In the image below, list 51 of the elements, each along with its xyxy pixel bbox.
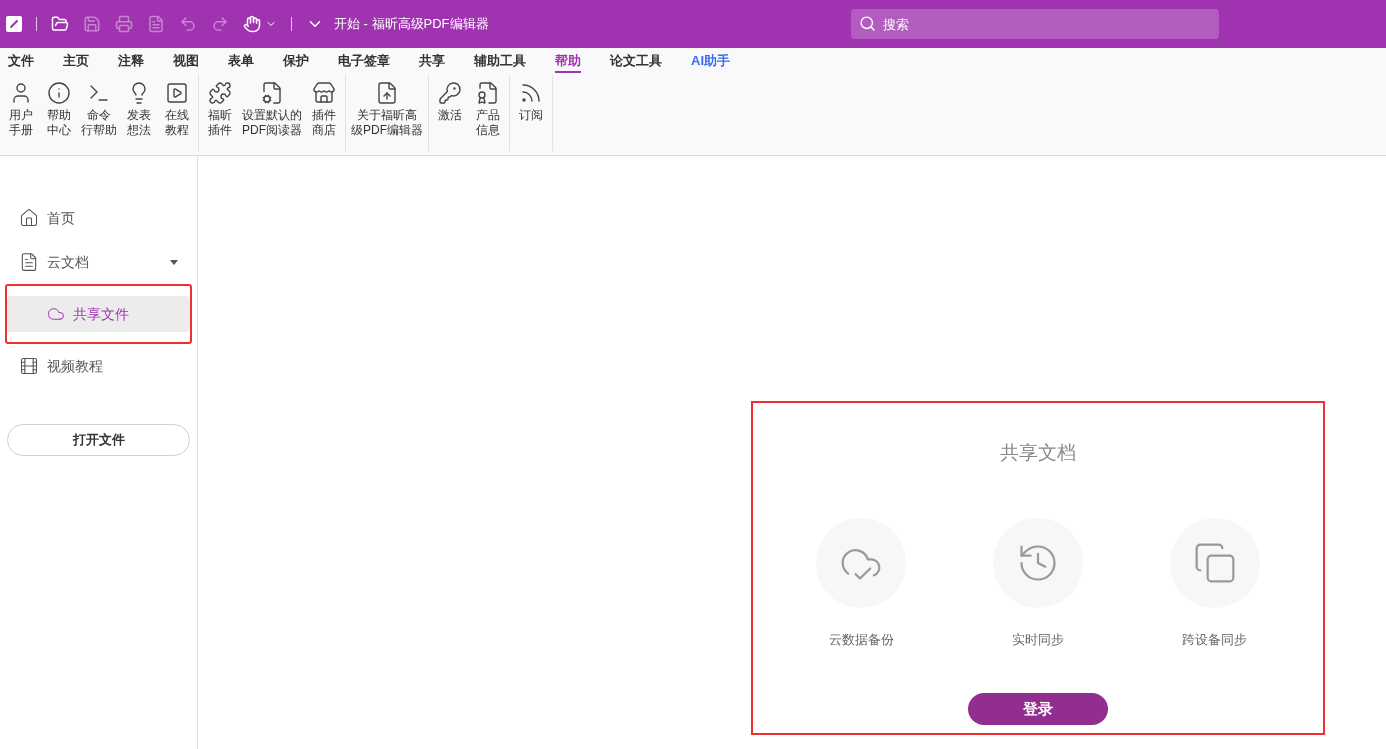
ribbon-button[interactable]: 关于福昕高 级PDF编辑器 bbox=[348, 81, 426, 138]
ribbon-button[interactable]: 用户 手册 bbox=[2, 81, 40, 138]
menu-tab[interactable]: 帮助 bbox=[555, 50, 581, 73]
ribbon-button[interactable]: 在线 教程 bbox=[158, 81, 196, 138]
menu-tab[interactable]: 电子签章 bbox=[338, 50, 390, 73]
document-gear-icon bbox=[260, 81, 284, 105]
document-upload-icon bbox=[375, 81, 399, 105]
puzzle-icon bbox=[208, 81, 232, 105]
window-title: 开始 - 福昕高级PDF编辑器 bbox=[334, 15, 489, 34]
hand-icon[interactable] bbox=[243, 15, 261, 33]
open-folder-icon[interactable] bbox=[51, 15, 69, 33]
ribbon-button[interactable]: 订阅 bbox=[512, 81, 550, 123]
cloud-icon bbox=[47, 305, 65, 323]
rss-icon bbox=[519, 81, 543, 105]
ribbon-button[interactable]: 激活 bbox=[431, 81, 469, 123]
feature-label: 云数据备份 bbox=[828, 630, 894, 649]
login-button[interactable]: 登录 bbox=[968, 693, 1108, 725]
menu-tab[interactable]: 共享 bbox=[419, 50, 445, 73]
play-icon bbox=[165, 81, 189, 105]
menu-tab[interactable]: AI助手 bbox=[691, 50, 730, 73]
menu-tab[interactable]: 注释 bbox=[118, 50, 144, 73]
home-icon bbox=[19, 208, 39, 228]
menu-tab[interactable]: 保护 bbox=[283, 50, 309, 73]
sidebar-item[interactable]: 首页 bbox=[7, 196, 190, 240]
sidebar-item[interactable]: 共享文件 bbox=[7, 296, 190, 332]
sidebar-item[interactable]: 视频教程 bbox=[7, 344, 190, 388]
menu-tab[interactable]: 论文工具 bbox=[610, 50, 662, 73]
key-icon bbox=[438, 81, 462, 105]
document-icon bbox=[19, 252, 39, 272]
panel-title: 共享文档 bbox=[1000, 441, 1076, 465]
ribbon-button[interactable]: 福昕 插件 bbox=[201, 81, 239, 138]
menu-tab[interactable]: 辅助工具 bbox=[474, 50, 526, 73]
store-icon bbox=[312, 81, 336, 105]
menu-tab[interactable]: 表单 bbox=[228, 50, 254, 73]
app-logo-icon bbox=[6, 16, 22, 32]
feature-label: 跨设备同步 bbox=[1182, 630, 1248, 649]
search-icon bbox=[858, 15, 876, 32]
menu-tab[interactable]: 主页 bbox=[63, 50, 89, 73]
ribbon-button[interactable]: 设置默认的 PDF阅读器 bbox=[239, 81, 305, 138]
ribbon-button[interactable]: 产品 信息 bbox=[469, 81, 507, 138]
document-icon bbox=[476, 81, 500, 105]
sidebar-item[interactable]: 云文档 bbox=[7, 240, 190, 284]
ribbon-button[interactable]: 插件 商店 bbox=[305, 81, 343, 138]
menu-tab[interactable]: 文件 bbox=[8, 50, 34, 73]
ribbon-button[interactable]: 帮助 中心 bbox=[40, 81, 78, 138]
ribbon-button[interactable]: 发表 想法 bbox=[120, 81, 158, 138]
menu-tab[interactable]: 视图 bbox=[173, 50, 199, 73]
feature-label: 实时同步 bbox=[1012, 630, 1064, 649]
ribbon-button[interactable]: 命令 行帮助 bbox=[78, 81, 120, 138]
info-icon bbox=[47, 81, 71, 105]
film-icon bbox=[19, 356, 39, 376]
